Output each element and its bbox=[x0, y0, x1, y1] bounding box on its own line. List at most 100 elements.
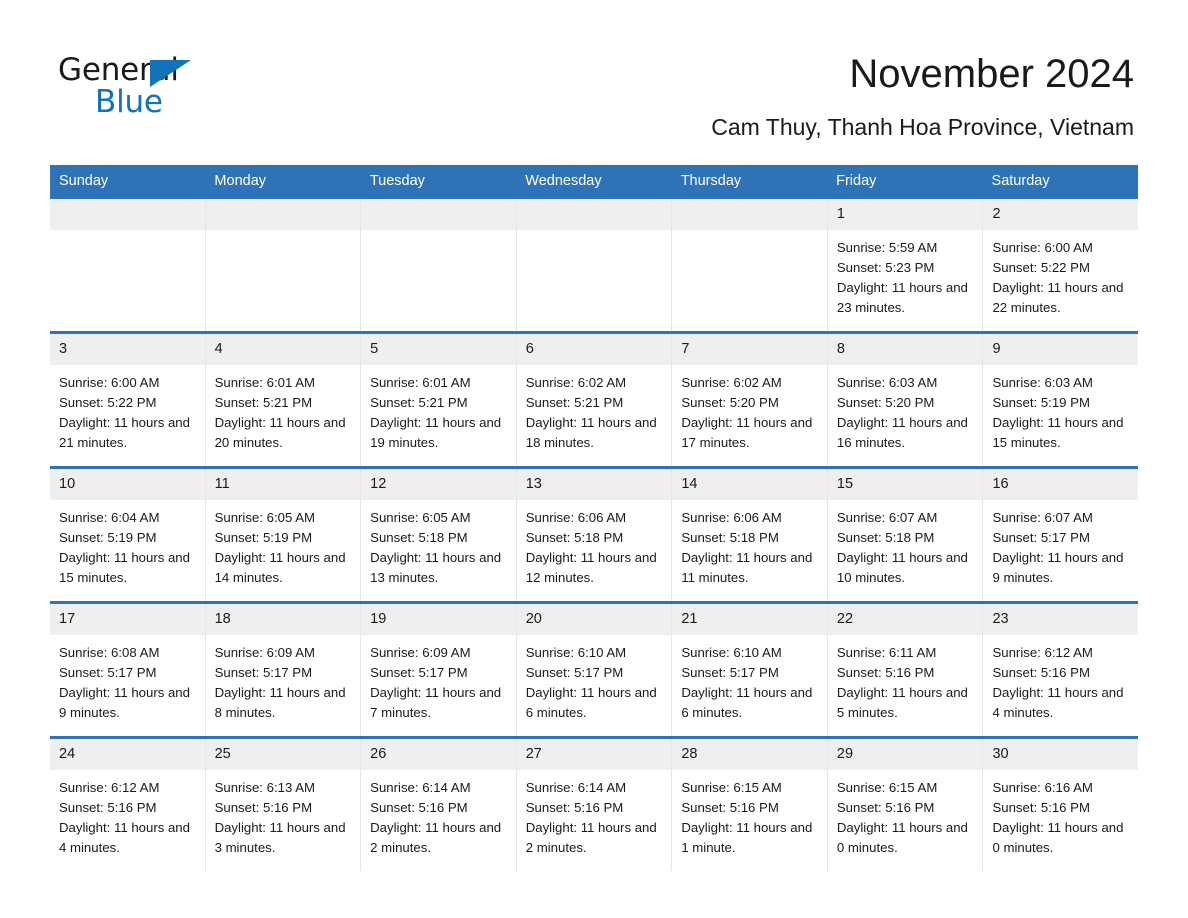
sunset-text: Sunset: 5:21 PM bbox=[370, 395, 468, 410]
calendar-day-cell[interactable]: 25 Sunrise: 6:13 AM Sunset: 5:16 PM Dayligh… bbox=[205, 738, 362, 871]
weekday-friday: Friday bbox=[836, 173, 877, 189]
sunrise-text: Sunrise: 6:01 AM bbox=[214, 375, 316, 390]
calendar-day-cell[interactable]: 11 Sunrise: 6:05 AM Sunset: 5:19 PM Dayligh… bbox=[205, 468, 362, 601]
daylight-text: Daylight: 11 hours and 13 minutes. bbox=[370, 550, 502, 585]
day-details: Sunrise: 6:02 AM Sunset: 5:21 PM Daylight:… bbox=[517, 365, 672, 453]
day-number: 12 bbox=[361, 468, 516, 500]
calendar-day-cell[interactable]: 18 Sunrise: 6:09 AM Sunset: 5:17 PM Dayligh… bbox=[205, 603, 362, 736]
day-number: 21 bbox=[672, 603, 827, 635]
sunset-text: Sunset: 5:18 PM bbox=[525, 530, 624, 545]
calendar-day-cell[interactable]: 7 Sunrise: 6:02 AM Sunset: 5:20 PM Daylight… bbox=[672, 333, 828, 466]
sunrise-text: Sunrise: 6:02 AM bbox=[681, 375, 782, 390]
day-details: Sunrise: 6:00 AM Sunset: 5:22 PM Daylight:… bbox=[50, 365, 205, 453]
sunset-text: Sunset: 5:16 PM bbox=[681, 800, 779, 815]
weekday-sunday: Sunday bbox=[59, 173, 109, 189]
calendar-day-cell[interactable]: 13 Sunrise: 6:06 AM Sunset: 5:18 PM Dayligh… bbox=[516, 468, 673, 601]
sunset-text: Sunset: 5:19 PM bbox=[59, 530, 157, 545]
day-number: 27 bbox=[516, 738, 672, 770]
calendar-day-cell[interactable]: 29 Sunrise: 6:15 AM Sunset: 5:16 PM Dayligh… bbox=[827, 738, 984, 871]
sunset-text: Sunset: 5:16 PM bbox=[992, 800, 1090, 815]
daylight-text: Daylight: 11 hours and 20 minutes. bbox=[214, 415, 346, 450]
calendar-day-cell[interactable]: 1 Sunrise: 5:59 AM Sunset: 5:23 PM Daylight… bbox=[827, 198, 984, 331]
sunset-text: Sunset: 5:16 PM bbox=[525, 800, 624, 815]
sunrise-text: Sunrise: 6:10 AM bbox=[525, 645, 627, 660]
sunset-text: Sunset: 5:23 PM bbox=[836, 260, 935, 275]
page-title: November 2024 bbox=[849, 52, 1134, 96]
sunset-text: Sunset: 5:16 PM bbox=[836, 665, 935, 680]
day-number: 14 bbox=[672, 468, 827, 500]
day-number: 28 bbox=[672, 738, 827, 770]
calendar-day-cell[interactable]: 2 Sunrise: 6:00 AM Sunset: 5:22 PM Daylight… bbox=[983, 198, 1139, 331]
calendar-day-cell[interactable]: 22 Sunrise: 6:11 AM Sunset: 5:16 PM Dayligh… bbox=[827, 603, 984, 736]
calendar-day-cell[interactable]: 27 Sunrise: 6:14 AM Sunset: 5:16 PM Dayligh… bbox=[516, 738, 673, 871]
daylight-text: Daylight: 11 hours and 12 minutes. bbox=[525, 550, 657, 585]
sunrise-text: Sunrise: 6:08 AM bbox=[59, 645, 160, 660]
daylight-text: Daylight: 11 hours and 7 minutes. bbox=[370, 685, 502, 720]
calendar-day-cell[interactable]: 28 Sunrise: 6:15 AM Sunset: 5:16 PM Dayligh… bbox=[672, 738, 828, 871]
calendar-day-cell[interactable]: 30 Sunrise: 6:16 AM Sunset: 5:16 PM Dayligh… bbox=[983, 738, 1139, 871]
daylight-text: Daylight: 11 hours and 23 minutes. bbox=[836, 280, 968, 315]
calendar-day-cell[interactable]: 16 Sunrise: 6:07 AM Sunset: 5:17 PM Dayligh… bbox=[983, 468, 1139, 601]
sunset-text: Sunset: 5:21 PM bbox=[214, 395, 313, 410]
sunset-text: Sunset: 5:16 PM bbox=[836, 800, 935, 815]
calendar-day-cell[interactable]: 3 Sunrise: 6:00 AM Sunset: 5:22 PM Daylight… bbox=[50, 333, 206, 466]
day-number: 22 bbox=[827, 603, 983, 635]
calendar-week-row: 17 Sunrise: 6:08 AM Sunset: 5:17 PM Dayligh… bbox=[50, 600, 1139, 736]
day-number: 5 bbox=[361, 333, 516, 365]
day-number bbox=[516, 198, 672, 230]
calendar-day-cell[interactable]: 12 Sunrise: 6:05 AM Sunset: 5:18 PM Dayligh… bbox=[361, 468, 517, 601]
daylight-text: Daylight: 11 hours and 5 minutes. bbox=[836, 685, 968, 720]
calendar-day-cell[interactable]: 10 Sunrise: 6:04 AM Sunset: 5:19 PM Dayligh… bbox=[50, 468, 206, 601]
general-blue-logo[interactable]: General Blue bbox=[58, 52, 248, 122]
daylight-text: Daylight: 11 hours and 19 minutes. bbox=[370, 415, 502, 450]
calendar-day-cell[interactable]: 14 Sunrise: 6:06 AM Sunset: 5:18 PM Dayligh… bbox=[672, 468, 828, 601]
calendar-week-row: 24 Sunrise: 6:12 AM Sunset: 5:16 PM Dayligh… bbox=[50, 735, 1139, 871]
day-details: Sunrise: 6:09 AM Sunset: 5:17 PM Daylight:… bbox=[361, 635, 516, 723]
sunset-text: Sunset: 5:17 PM bbox=[681, 665, 779, 680]
sunrise-text: Sunrise: 6:00 AM bbox=[59, 375, 160, 390]
day-number: 20 bbox=[516, 603, 672, 635]
day-number: 25 bbox=[205, 738, 361, 770]
sunset-text: Sunset: 5:16 PM bbox=[214, 800, 313, 815]
day-number: 7 bbox=[672, 333, 827, 365]
day-number: 13 bbox=[516, 468, 672, 500]
calendar-day-cell[interactable]: 23 Sunrise: 6:12 AM Sunset: 5:16 PM Dayligh… bbox=[983, 603, 1139, 736]
day-details: Sunrise: 6:12 AM Sunset: 5:16 PM Daylight:… bbox=[983, 635, 1138, 723]
sunset-text: Sunset: 5:17 PM bbox=[525, 665, 624, 680]
day-details: Sunrise: 6:00 AM Sunset: 5:22 PM Daylight:… bbox=[983, 230, 1138, 318]
calendar-day-cell[interactable]: 26 Sunrise: 6:14 AM Sunset: 5:16 PM Dayligh… bbox=[361, 738, 517, 871]
day-details: Sunrise: 5:59 AM Sunset: 5:23 PM Daylight:… bbox=[828, 230, 983, 318]
calendar-day-cell[interactable]: 4 Sunrise: 6:01 AM Sunset: 5:21 PM Daylight… bbox=[205, 333, 362, 466]
calendar-day-cell[interactable]: 20 Sunrise: 6:10 AM Sunset: 5:17 PM Dayligh… bbox=[516, 603, 673, 736]
calendar-day-cell-empty bbox=[516, 198, 673, 331]
day-number: 19 bbox=[361, 603, 516, 635]
day-details: Sunrise: 6:10 AM Sunset: 5:17 PM Daylight:… bbox=[517, 635, 672, 723]
day-number: 30 bbox=[983, 738, 1139, 770]
weekday-tuesday: Tuesday bbox=[369, 173, 425, 189]
calendar-day-cell[interactable]: 6 Sunrise: 6:02 AM Sunset: 5:21 PM Daylight… bbox=[516, 333, 673, 466]
daylight-text: Daylight: 11 hours and 15 minutes. bbox=[992, 415, 1124, 450]
day-details: Sunrise: 6:02 AM Sunset: 5:20 PM Daylight:… bbox=[672, 365, 827, 453]
day-number bbox=[50, 198, 205, 230]
day-number: 2 bbox=[983, 198, 1139, 230]
sunrise-text: Sunrise: 6:09 AM bbox=[370, 645, 471, 660]
calendar-day-cell[interactable]: 15 Sunrise: 6:07 AM Sunset: 5:18 PM Dayligh… bbox=[827, 468, 984, 601]
daylight-text: Daylight: 11 hours and 9 minutes. bbox=[59, 685, 190, 720]
sunrise-text: Sunrise: 6:14 AM bbox=[525, 780, 627, 795]
daylight-text: Daylight: 11 hours and 21 minutes. bbox=[59, 415, 190, 450]
sunset-text: Sunset: 5:18 PM bbox=[370, 530, 468, 545]
calendar-day-cell[interactable]: 24 Sunrise: 6:12 AM Sunset: 5:16 PM Dayligh… bbox=[50, 738, 206, 871]
calendar-day-cell[interactable]: 9 Sunrise: 6:03 AM Sunset: 5:19 PM Daylight… bbox=[983, 333, 1139, 466]
day-number: 18 bbox=[205, 603, 361, 635]
calendar-day-cell[interactable]: 19 Sunrise: 6:09 AM Sunset: 5:17 PM Dayligh… bbox=[361, 603, 517, 736]
calendar-day-cell[interactable]: 5 Sunrise: 6:01 AM Sunset: 5:21 PM Daylight… bbox=[361, 333, 517, 466]
calendar-day-cell[interactable]: 17 Sunrise: 6:08 AM Sunset: 5:17 PM Dayligh… bbox=[50, 603, 206, 736]
logo-text-blue: Blue bbox=[95, 84, 163, 120]
day-details: Sunrise: 6:03 AM Sunset: 5:19 PM Daylight:… bbox=[983, 365, 1138, 453]
daylight-text: Daylight: 11 hours and 1 minute. bbox=[681, 820, 813, 855]
sunset-text: Sunset: 5:20 PM bbox=[836, 395, 935, 410]
calendar-day-cell[interactable]: 21 Sunrise: 6:10 AM Sunset: 5:17 PM Dayligh… bbox=[672, 603, 828, 736]
daylight-text: Daylight: 11 hours and 14 minutes. bbox=[214, 550, 346, 585]
calendar-day-cell[interactable]: 8 Sunrise: 6:03 AM Sunset: 5:20 PM Daylight… bbox=[827, 333, 984, 466]
day-number bbox=[672, 198, 827, 230]
